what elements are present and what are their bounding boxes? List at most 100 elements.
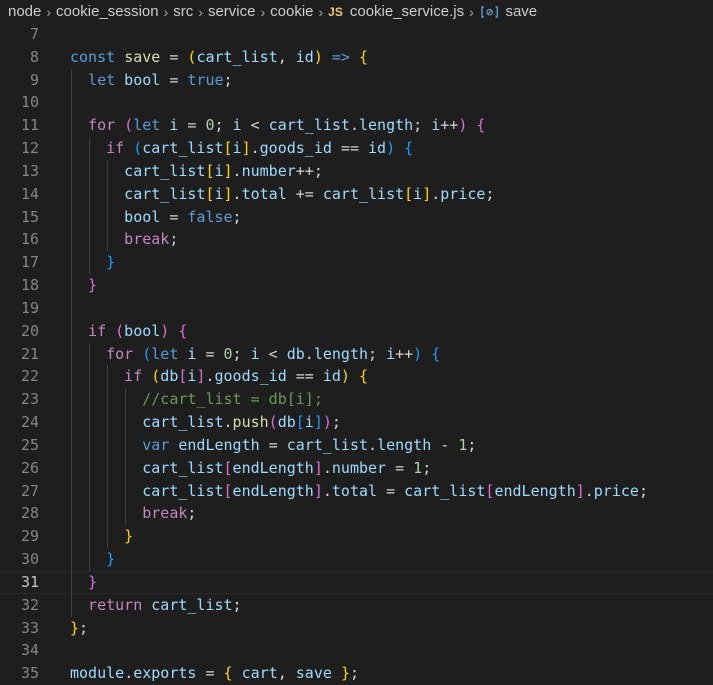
code-token: db [286, 344, 305, 363]
indent-guide [89, 228, 91, 252]
code-token: endLength [178, 435, 260, 454]
code-token: i [250, 344, 260, 363]
chevron-right-icon: › [318, 3, 324, 20]
code-line[interactable]: 25 var endLength = cart_list.length - 1; [0, 433, 713, 457]
code-line[interactable]: 31} [0, 570, 713, 594]
code-text: var endLength = cart_list.length - 1; [142, 434, 476, 457]
code-token: , [277, 664, 296, 683]
code-token: if [124, 367, 143, 386]
line-number: 35 [20, 664, 39, 683]
code-token: total [241, 184, 287, 203]
indent-guide [71, 570, 72, 594]
code-token: [ [295, 413, 305, 432]
code-token: ) [386, 139, 396, 158]
code-line[interactable]: 28 break; [0, 502, 713, 526]
code-token: cart_list [142, 458, 224, 477]
code-line[interactable]: 11 for (let i = 0; i < cart_list.length; … [0, 114, 713, 138]
code-text: for (let i = 0; i < db.length; i++) { [106, 343, 440, 366]
code-token: [ [223, 139, 233, 158]
code-line[interactable]: 22 if (db[i].goods_id == id) { [0, 365, 713, 389]
code-token: [ [404, 184, 414, 203]
code-token: == [331, 139, 369, 158]
indent-guide [107, 182, 109, 206]
code-text: for (let i = 0; i < cart_list.length; i+… [88, 114, 485, 137]
code-line[interactable]: 16 break; [0, 228, 713, 252]
code-token: if [88, 321, 107, 340]
indent-guide [71, 479, 72, 503]
breadcrumb-item-node[interactable]: node [8, 3, 41, 20]
code-text: break; [124, 228, 178, 251]
code-line[interactable]: 33}; [0, 617, 713, 640]
code-line[interactable]: 35 module.exports = { cart, save }; [0, 662, 713, 685]
code-token: ; [232, 207, 242, 226]
line-number: 32 [20, 595, 39, 614]
code-line[interactable]: 9 let bool = true; [0, 68, 713, 92]
breadcrumb-item-cookie-session[interactable]: cookie_session [56, 3, 159, 20]
code-token: price [593, 481, 639, 500]
code-editor[interactable]: 7 8 const save = (cart_list, id) => {9 let … [0, 23, 713, 685]
indent-guide [71, 388, 72, 412]
code-token: i [214, 161, 224, 180]
code-token: cart_list [142, 139, 224, 158]
code-line[interactable]: 23 //cart_list = db[i]; [0, 388, 713, 412]
indent-guide [89, 182, 91, 206]
indent-guide [71, 68, 72, 92]
code-token: ; [485, 184, 495, 203]
code-token: { [476, 116, 486, 135]
code-text: } [106, 251, 115, 274]
code-token: . [304, 344, 314, 363]
code-line[interactable]: 34 [0, 639, 713, 662]
code-line[interactable]: 21 for (let i = 0; i < db.length; i++) { [0, 342, 713, 366]
code-line[interactable]: 26 cart_list[endLength].number = 1; [0, 456, 713, 480]
code-line[interactable]: 24 cart_list.push(db[i]); [0, 411, 713, 434]
code-line[interactable]: 7 [0, 23, 713, 46]
indent-guide [107, 456, 109, 480]
code-line[interactable]: 8 const save = (cart_list, id) => { [0, 46, 713, 69]
code-token: i [232, 116, 242, 135]
code-line[interactable]: 20 if (bool) { [0, 319, 713, 343]
indent-guide [71, 525, 72, 549]
breadcrumb-item-symbol[interactable]: [⊘] save [479, 3, 537, 20]
code-token: = [160, 207, 188, 226]
code-token: . [368, 435, 378, 454]
code-line[interactable]: 17} [0, 251, 713, 275]
indent-guide [107, 433, 109, 457]
breadcrumb-item-src[interactable]: src [173, 3, 193, 20]
code-line[interactable]: 13 cart_list[i].number++; [0, 159, 713, 183]
code-line[interactable]: 10 [0, 91, 713, 115]
code-token: { [178, 321, 188, 340]
breadcrumb-item-cookie[interactable]: cookie [270, 3, 313, 20]
indent-guide [89, 548, 91, 571]
code-token: = [196, 664, 224, 683]
code-token: var [142, 435, 170, 454]
code-text: cart_list.push(db[i]); [142, 411, 341, 434]
code-token: ++; [295, 161, 323, 180]
indent-guide [71, 251, 72, 275]
code-token: endLength [232, 481, 314, 500]
code-token: save [124, 47, 161, 66]
code-line[interactable]: 15 bool = false; [0, 205, 713, 229]
code-line[interactable]: 29} [0, 525, 713, 549]
code-line[interactable]: 32 return cart_list; [0, 593, 713, 617]
code-token: } [124, 527, 134, 546]
code-token: } [106, 550, 116, 569]
breadcrumb-item-service[interactable]: service [208, 3, 256, 20]
code-line[interactable]: 27 cart_list[endLength].total = cart_list… [0, 479, 713, 503]
breadcrumb-item-file[interactable]: JS cookie_service.js [328, 3, 464, 20]
code-line[interactable]: 30} [0, 548, 713, 571]
code-token: . [250, 139, 260, 158]
indent-guide [107, 159, 109, 183]
code-line[interactable]: 14 cart_list[i].total += cart_list[i].pri… [0, 182, 713, 206]
breadcrumb: node › cookie_session › src › service › … [0, 0, 713, 23]
code-token: i [169, 116, 179, 135]
code-line[interactable]: 18} [0, 274, 713, 297]
code-line[interactable]: 19 [0, 296, 713, 320]
indent-guide [89, 137, 91, 160]
indent-guide [71, 205, 72, 229]
code-line[interactable]: 12 if (cart_list[i].goods_id == id) { [0, 137, 713, 160]
